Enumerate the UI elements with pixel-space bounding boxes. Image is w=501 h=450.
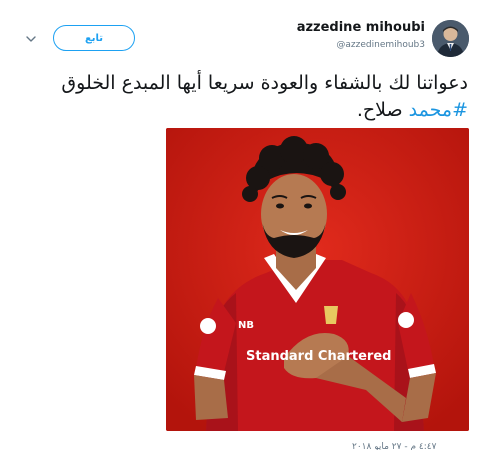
jersey-brand-text: NB xyxy=(238,320,254,331)
chevron-down-icon[interactable] xyxy=(24,31,38,45)
jersey-sponsor-text: Standard Chartered xyxy=(246,349,391,364)
hashtag-link[interactable]: #محمد xyxy=(409,99,468,121)
tweet-photo[interactable]: Standard Chartered NB xyxy=(166,128,469,431)
user-display-name[interactable]: azzedine mihoubi xyxy=(297,20,425,35)
player-photo-illustration: Standard Chartered NB xyxy=(166,128,469,431)
avatar-photo xyxy=(432,20,469,57)
user-avatar[interactable] xyxy=(432,20,469,57)
tweet-text: دعواتنا لك بالشفاء والعودة سريعا أيها ال… xyxy=(28,70,468,124)
tweet-text-part: صلاح. xyxy=(356,99,409,121)
tweet-card: azzedine mihoubi @azzedinemihoub3 تابع د… xyxy=(0,0,501,450)
user-handle[interactable]: @azzedinemihoub3 xyxy=(336,40,425,50)
tweet-timestamp[interactable]: ٤:٤٧ م - ٢٧ مايو ٢٠١٨ xyxy=(352,442,436,450)
follow-button[interactable]: تابع xyxy=(53,25,135,51)
tweet-text-part: دعواتنا لك بالشفاء والعودة سريعا أيها ال… xyxy=(61,72,468,94)
